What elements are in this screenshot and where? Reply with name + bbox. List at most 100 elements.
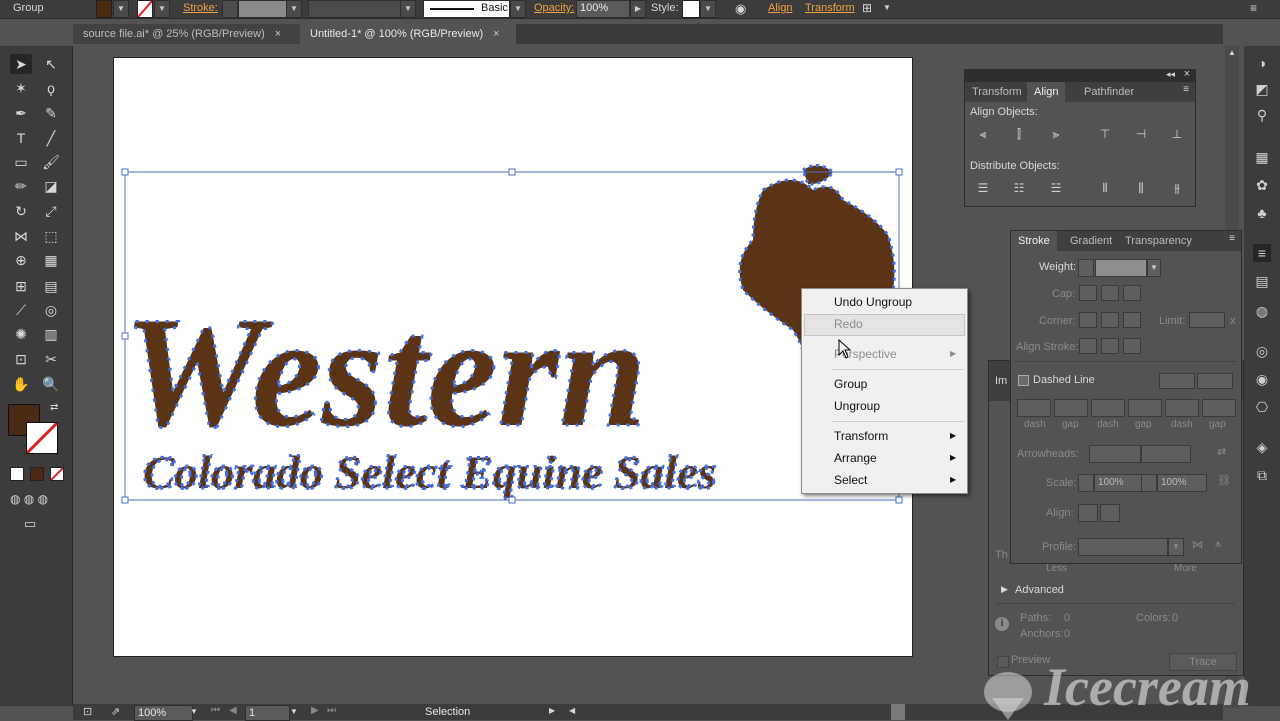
perspective-grid-tool-icon[interactable]: ▦ [40,250,62,270]
menu-item-redo[interactable]: Redo [834,317,863,331]
gradient-tool-icon[interactable]: ▤ [40,276,62,296]
mesh-tool-icon[interactable]: ⊞ [10,276,32,296]
status-menu-icon[interactable]: ▶ [549,706,555,715]
weight-field[interactable] [1095,259,1147,277]
stroke-dropdown[interactable]: ▼ [154,0,170,18]
dashed-line-checkbox[interactable] [1018,375,1029,386]
advanced-label[interactable]: Advanced [1015,584,1064,596]
symbol-sprayer-tool-icon[interactable]: ✺ [10,324,32,344]
image-trace-icon[interactable]: ⎔ [1253,398,1271,416]
rectangle-tool-icon[interactable]: ▭ [10,152,32,172]
end-arrowhead-select[interactable] [1141,445,1191,463]
swap-arrowheads-icon[interactable]: ⇄ [1217,445,1226,458]
pen-tool-icon[interactable]: ✒ [10,103,32,123]
transparency-panel-icon[interactable]: ◍ [1253,302,1271,320]
extend-arrow-tip-button[interactable] [1078,504,1098,522]
magic-wand-tool-icon[interactable]: ✶ [10,78,32,98]
appearance-icon[interactable]: ◎ [1253,342,1271,360]
stroke-weight-dropdown[interactable]: ▼ [286,0,302,18]
graphic-styles-icon[interactable]: ◉ [1253,370,1271,388]
transform-link[interactable]: Transform [805,2,855,14]
horizontal-scroll-thumb[interactable] [891,704,905,720]
opacity-label[interactable]: Opacity: [534,2,574,14]
slice-tool-icon[interactable]: ✂ [40,349,62,369]
tab-pathfinder[interactable]: Pathfinder [1077,82,1141,102]
artboard-tool-icon[interactable]: ⊡ [10,349,32,369]
style-swatch[interactable] [682,0,700,18]
more-options-icon[interactable]: ▼ [883,3,891,12]
tab-gradient[interactable]: Gradient [1063,231,1119,251]
projecting-cap-button[interactable] [1123,285,1141,301]
type-tool-icon[interactable]: T [10,128,32,148]
brush-dropdown[interactable]: ▼ [510,0,526,18]
vertical-distribute-top-icon[interactable]: ☰ [975,180,991,196]
magnifier-icon[interactable]: ⚲ [1253,106,1271,124]
isolate-group-icon[interactable]: ⊞ [862,1,872,15]
color-mode-button[interactable] [10,467,24,481]
layers-icon[interactable]: ◈ [1253,438,1271,456]
brushes-icon[interactable]: ✿ [1253,176,1271,194]
align-stroke-outside-button[interactable] [1123,338,1141,354]
stroke-swatch[interactable] [137,0,153,18]
place-arrow-tip-button[interactable] [1100,504,1120,522]
align-dashes-button[interactable] [1197,373,1233,389]
start-arrowhead-select[interactable] [1089,445,1141,463]
scroll-up-icon[interactable]: ▲ [1228,48,1236,57]
close-icon[interactable]: × [1184,68,1190,80]
opacity-field[interactable]: 100% [576,0,630,18]
curvature-tool-icon[interactable]: ✎ [40,103,62,123]
horizontal-align-left-icon[interactable]: ⫷ [975,126,991,142]
vertical-align-bottom-icon[interactable]: ⊥ [1169,126,1185,142]
panel-title-bar[interactable]: ◂◂ × [965,68,1195,82]
fill-dropdown[interactable]: ▼ [113,0,129,18]
pencil-tool-icon[interactable]: ✏ [10,176,32,196]
variable-width-dropdown[interactable]: ▼ [400,0,416,18]
previous-artboard-icon[interactable]: ◀ [229,705,237,716]
tab-transform[interactable]: Transform [965,82,1029,102]
recolor-artwork-icon[interactable]: ◉ [735,1,746,17]
line-tool-icon[interactable]: ╱ [40,128,62,148]
draw-mode-icon[interactable]: ◍ ◍ ◍ [10,492,48,506]
scale-tool-icon[interactable]: ⤢ [40,201,62,221]
menu-item-ungroup[interactable]: Ungroup [834,399,880,413]
panel-menu-icon[interactable]: ≡ [1250,1,1257,15]
export-icon[interactable]: ⇗ [111,705,120,718]
column-graph-tool-icon[interactable]: ▥ [40,324,62,344]
menu-item-group[interactable]: Group [834,377,867,391]
align-stroke-inside-button[interactable] [1101,338,1119,354]
gradient-mode-button[interactable] [30,467,44,481]
end-scale-stepper[interactable] [1141,474,1157,492]
hand-tool-icon[interactable]: ✋ [10,374,32,394]
swap-fill-stroke-icon[interactable]: ⇄ [50,402,58,413]
width-tool-icon[interactable]: ⋈ [10,226,32,246]
stroke-stepper[interactable] [222,0,238,18]
brush-definition[interactable]: Basic [423,0,510,18]
stroke-label[interactable]: Stroke: [183,2,218,14]
flip-across-icon[interactable]: ⩚ [1215,538,1221,551]
start-scale-field[interactable]: 100% [1094,474,1144,492]
vertical-distribute-bottom-icon[interactable]: ☱ [1048,180,1064,196]
align-link[interactable]: Align [768,2,792,14]
eraser-tool-icon[interactable]: ◪ [40,176,62,196]
gap-field-3[interactable] [1202,399,1236,417]
butt-cap-button[interactable] [1079,285,1097,301]
dash-field-1[interactable] [1017,399,1051,417]
artboards-icon[interactable]: ⧉ [1253,466,1271,484]
gap-field-1[interactable] [1054,399,1088,417]
eyedropper-tool-icon[interactable]: ⟋ [10,300,32,320]
menu-item-undo-ungroup[interactable]: Undo Ungroup [834,295,912,309]
tab-stroke[interactable]: Stroke [1011,231,1057,251]
next-artboard-icon[interactable]: ▶ [311,705,319,716]
selection-tool-icon[interactable]: ➤ [10,54,32,74]
limit-field[interactable] [1189,312,1225,328]
screen-mode-icon[interactable]: ▭ [24,516,36,532]
none-mode-button[interactable] [50,467,64,481]
tab-align[interactable]: Align [1027,82,1066,102]
shape-builder-tool-icon[interactable]: ⊕ [10,250,32,270]
zoom-field[interactable]: 100% [134,705,193,721]
paintbrush-tool-icon[interactable]: 🖌 [40,152,62,172]
close-icon[interactable]: × [275,28,281,40]
horizontal-align-center-icon[interactable]: ⫿ [1011,126,1027,142]
lasso-tool-icon[interactable]: ϙ [40,78,62,98]
menu-item-select[interactable]: Select [834,473,867,487]
